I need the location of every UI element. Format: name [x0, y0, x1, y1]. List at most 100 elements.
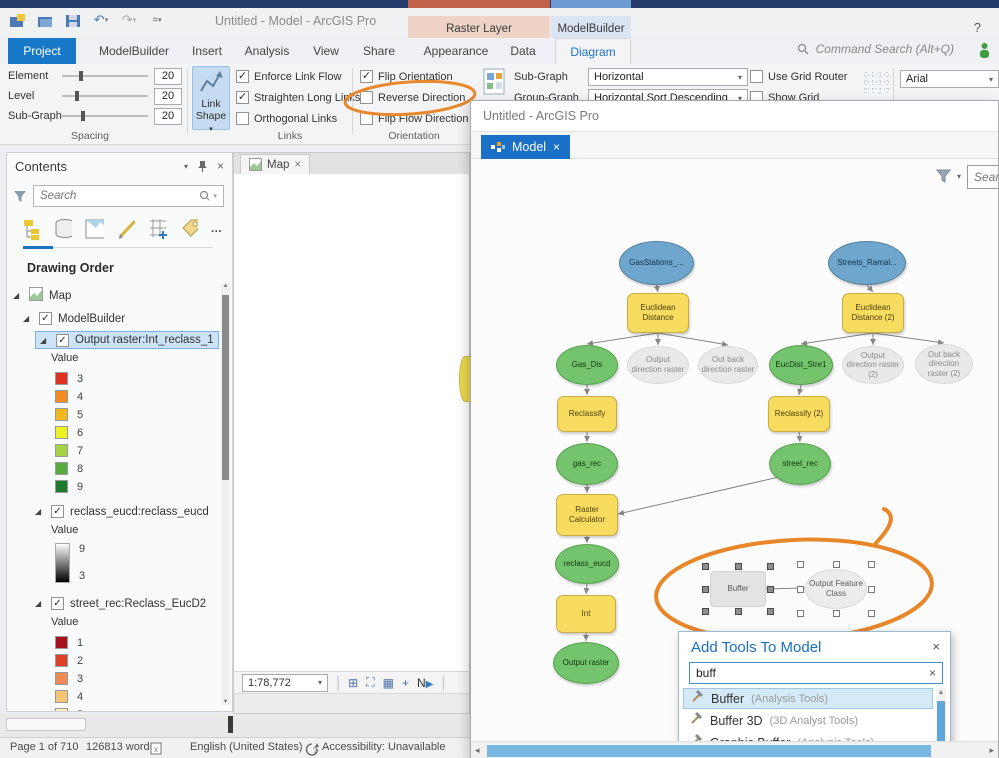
- scroll-right-icon[interactable]: ▸: [989, 745, 994, 756]
- checkbox-icon[interactable]: ✓: [360, 70, 373, 83]
- model-node-gas_dis[interactable]: Gas_Dis: [556, 345, 618, 385]
- model-horizontal-scrollbar[interactable]: ◂ ▸: [471, 741, 998, 758]
- tab-diagram[interactable]: Diagram: [555, 38, 631, 64]
- tab-insert[interactable]: Insert: [182, 38, 232, 64]
- scrollbar-thumb[interactable]: [6, 718, 86, 731]
- tree-item-map[interactable]: ◢ Map: [13, 287, 71, 304]
- slider-thumb[interactable]: [81, 111, 85, 121]
- tab-data[interactable]: Data: [500, 38, 546, 64]
- link-shape-button[interactable]: Link Shape ▾: [192, 66, 230, 133]
- model-node-reclassify[interactable]: Reclassify: [557, 396, 617, 432]
- selection-handle[interactable]: [832, 561, 840, 568]
- font-combo[interactable]: Arial ▾: [900, 70, 999, 88]
- selection-icon[interactable]: [84, 218, 104, 240]
- help-button[interactable]: ?: [974, 20, 981, 35]
- model-node-out_back2[interactable]: Out back direction raster (2): [915, 344, 973, 384]
- selection-handle[interactable]: [702, 585, 709, 593]
- open-project-icon[interactable]: [36, 12, 54, 28]
- map-scale-combo[interactable]: 1:78,772 ▾: [242, 673, 328, 692]
- model-node-streets_ramal[interactable]: Streets_Ramal...: [828, 241, 906, 285]
- tool-search-input[interactable]: [696, 666, 929, 680]
- model-tab[interactable]: Model ×: [481, 135, 571, 159]
- undo-icon[interactable]: ↶ ▾: [92, 12, 110, 28]
- checkbox-flip-orientation[interactable]: ✓ Flip Orientation: [360, 69, 453, 84]
- slider-element[interactable]: [62, 69, 148, 83]
- contents-search-input[interactable]: [40, 190, 199, 202]
- selection-tool-icon[interactable]: ⛶: [366, 675, 374, 690]
- layer-checkbox[interactable]: ✓: [56, 333, 69, 347]
- slider-thumb[interactable]: [79, 71, 83, 81]
- tree-item-reclass-eucd-reclass-eucd[interactable]: ◢ ✓ reclass_eucd:reclass_eucd: [35, 503, 209, 520]
- panel-menu-icon[interactable]: ▾: [184, 162, 188, 171]
- grid-dots-icon[interactable]: [862, 68, 890, 99]
- selection-handle[interactable]: [797, 610, 804, 617]
- scroll-up-icon[interactable]: ▲: [221, 283, 230, 289]
- proofing-icon[interactable]: x: [150, 742, 164, 755]
- tree-item-modelbuilder[interactable]: ◢ ✓ ModelBuilder: [23, 310, 125, 327]
- contents-scrollbar[interactable]: ▲ ▼: [221, 283, 230, 705]
- command-search[interactable]: Command Search (Alt+Q): [797, 42, 954, 56]
- checkbox-reverse-direction[interactable]: Reverse Direction: [360, 90, 465, 105]
- tab-appearance[interactable]: Appearance: [420, 38, 492, 64]
- expand-icon[interactable]: ◢: [40, 336, 50, 345]
- selection-handle[interactable]: [797, 561, 804, 568]
- graph-combo-sub-graph[interactable]: Horizontal ▾: [588, 68, 748, 86]
- model-node-buffer[interactable]: Buffer: [710, 571, 766, 607]
- clear-search-icon[interactable]: ×: [929, 666, 936, 680]
- expand-icon[interactable]: ◢: [23, 314, 33, 323]
- filter-dropdown-icon[interactable]: ▾: [957, 172, 961, 181]
- selection-handle[interactable]: [702, 563, 709, 570]
- spacing-value-level[interactable]: 20: [154, 87, 182, 105]
- selection-handle[interactable]: [832, 610, 840, 617]
- selection-handle[interactable]: [734, 563, 742, 570]
- diagram-search-box[interactable]: [967, 165, 998, 189]
- model-node-out_back[interactable]: Out back direction raster: [698, 346, 758, 384]
- selection-handle[interactable]: [702, 608, 709, 615]
- tool-result-buffer[interactable]: Buffer (Analysis Tools): [683, 688, 933, 709]
- add-data-grid-icon[interactable]: ⊞: [348, 676, 358, 690]
- expand-icon[interactable]: ◢: [13, 291, 23, 300]
- close-map-tab-icon[interactable]: ×: [294, 159, 301, 171]
- slider-sub-graph[interactable]: [62, 109, 148, 123]
- close-panel-icon[interactable]: ×: [217, 159, 224, 173]
- new-project-icon[interactable]: [8, 12, 26, 28]
- expand-icon[interactable]: ◢: [35, 599, 45, 608]
- page-count[interactable]: Page 1 of 710: [10, 741, 79, 753]
- document-horizontal-scrollbar[interactable]: [0, 714, 470, 737]
- filter-icon[interactable]: [13, 190, 27, 203]
- checkbox-icon[interactable]: ✓: [236, 70, 249, 83]
- scroll-up-icon[interactable]: ▲: [936, 689, 946, 696]
- model-node-out_dir2[interactable]: Output direction raster (2): [842, 346, 904, 384]
- crosshair-icon[interactable]: +: [402, 676, 409, 690]
- selection-handle[interactable]: [797, 585, 804, 593]
- save-icon[interactable]: [64, 12, 82, 28]
- selection-handle[interactable]: [868, 561, 875, 568]
- close-model-tab-icon[interactable]: ×: [553, 140, 560, 154]
- language-status[interactable]: English (United States): [190, 741, 303, 753]
- tab-analysis[interactable]: Analysis: [236, 38, 298, 64]
- selection-handle[interactable]: [868, 610, 875, 617]
- spacing-value-sub-graph[interactable]: 20: [154, 107, 182, 125]
- combo-dropdown-icon[interactable]: ▾: [738, 73, 742, 82]
- selection-handle[interactable]: [767, 608, 774, 615]
- model-node-reclassify2[interactable]: Reclassify (2): [768, 396, 830, 432]
- close-dialog-icon[interactable]: ×: [932, 639, 940, 654]
- map-horizontal-scrollbar[interactable]: [234, 693, 469, 713]
- customize-qat-icon[interactable]: = ▾: [148, 12, 166, 28]
- model-node-gas_rec[interactable]: gas_rec: [556, 443, 618, 485]
- diagram-search-input[interactable]: [974, 170, 998, 184]
- tool-search-box[interactable]: ×: [689, 662, 943, 684]
- tab-project[interactable]: Project: [8, 38, 76, 64]
- redo-icon[interactable]: ↷ ▾: [120, 12, 138, 28]
- model-node-reclass_eucd[interactable]: reclass_eucd: [555, 544, 619, 584]
- tool-result-buffer-3d[interactable]: Buffer 3D (3D Analyst Tools): [683, 710, 933, 731]
- edit-icon[interactable]: [116, 218, 136, 240]
- word-count[interactable]: 126813 words: [86, 741, 155, 753]
- scroll-left-icon[interactable]: ◂: [475, 745, 480, 756]
- checkbox-icon[interactable]: [236, 112, 249, 125]
- checkbox-orthogonal-links[interactable]: Orthogonal Links: [236, 111, 337, 126]
- model-node-eucdist_stre1[interactable]: EucDist_Stre1: [769, 345, 833, 385]
- layer-checkbox[interactable]: ✓: [51, 505, 64, 518]
- tab-view[interactable]: View: [302, 38, 350, 64]
- model-node-raster_calc[interactable]: Raster Calculator: [556, 494, 618, 536]
